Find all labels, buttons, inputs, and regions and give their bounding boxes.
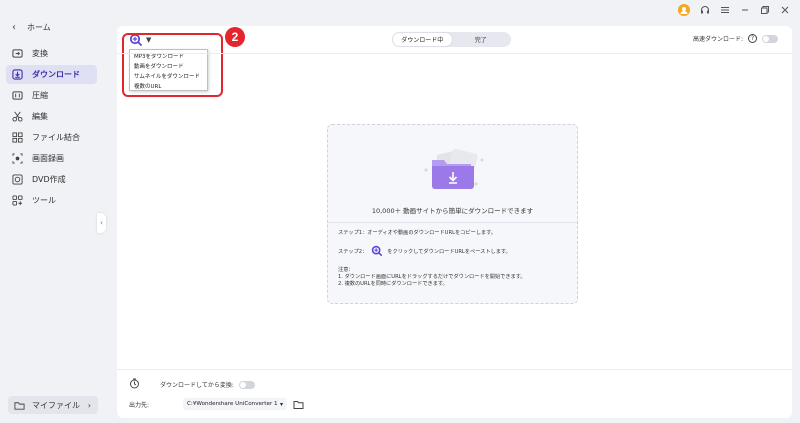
menu-item-multiple-urls[interactable]: 複数のURL [130, 82, 207, 92]
high-speed-label: 高速ダウンロード: [692, 36, 743, 43]
myfiles-label: マイファイル [32, 400, 80, 410]
sidebar-item-label: 圧縮 [32, 91, 48, 100]
open-folder-icon[interactable] [293, 399, 304, 410]
close-icon[interactable] [779, 5, 790, 16]
help-icon[interactable]: ? [748, 34, 757, 43]
sidebar-item-download[interactable]: ダウンロード [6, 65, 97, 84]
myfiles-button[interactable]: マイファイル › [8, 396, 98, 414]
sidebar-item-label: 編集 [32, 112, 48, 121]
output-path: C:¥Wondershare UniConverter 1 [187, 401, 278, 407]
avatar[interactable] [678, 4, 690, 16]
sidebar-item-label: ダウンロード [32, 70, 80, 79]
tab-downloading[interactable]: ダウンロード中 [393, 33, 452, 46]
chevron-left-icon: ‹ [12, 21, 16, 33]
toolbar-divider [117, 53, 792, 54]
sidebar: ‹ ホーム 変換 ダウンロード 圧縮 編集 ファイル結合 画面録画 DVD作成 … [0, 0, 106, 423]
step-badge: 2 [225, 27, 245, 47]
sidebar-item-label: 変換 [32, 49, 48, 58]
convert-icon [12, 48, 23, 59]
sidebar-item-dvd[interactable]: DVD作成 [6, 170, 97, 189]
restore-icon[interactable] [759, 5, 770, 16]
convert-after-toggle[interactable] [238, 380, 255, 389]
high-speed-download: 高速ダウンロード: ? [693, 34, 778, 43]
sidebar-collapse-handle[interactable]: ‹ [97, 213, 106, 233]
step2-suffix: をクリックしてダウンロードURLをペーストします。 [387, 248, 511, 255]
bottom-divider [117, 369, 792, 370]
sidebar-item-compress[interactable]: 圧縮 [6, 86, 97, 105]
add-url-button[interactable]: ▼ [129, 33, 151, 47]
folder-icon [14, 400, 25, 411]
menu-item-video[interactable]: 動画をダウンロード [130, 62, 207, 72]
download-link-icon [372, 245, 383, 257]
drop-zone[interactable]: 10,000＋ 動画サイトから簡単にダウンロードできます ステップ1：オーディオ… [327, 124, 578, 304]
output-label: 出力先: [129, 401, 150, 409]
high-speed-toggle[interactable] [762, 34, 778, 43]
sidebar-item-convert[interactable]: 変換 [6, 44, 97, 63]
sidebar-item-label: ツール [32, 196, 56, 205]
dvd-icon [12, 174, 23, 185]
timer-icon[interactable] [129, 378, 140, 391]
menu-item-thumbnail[interactable]: サムネイルをダウンロード [130, 72, 207, 82]
download-link-icon [129, 33, 143, 47]
drop-zone-title: 10,000＋ 動画サイトから簡単にダウンロードできます [371, 207, 534, 215]
tab-completed[interactable]: 完了 [452, 33, 511, 46]
step1-text: ステップ1：オーディオや動画のダウンロードURLをコピーします。 [338, 230, 496, 236]
sidebar-item-screen-record[interactable]: 画面録画 [6, 149, 97, 168]
download-tabs: ダウンロード中 完了 [392, 32, 511, 47]
chevron-right-icon: › [87, 400, 91, 410]
menu-icon[interactable] [719, 5, 730, 16]
sidebar-item-label: DVD作成 [32, 175, 66, 184]
download-folder-icon [424, 148, 484, 189]
headset-icon[interactable] [699, 5, 710, 16]
screen-record-icon [12, 153, 23, 164]
home-link[interactable]: ‹ ホーム [12, 20, 51, 34]
output-path-select[interactable]: C:¥Wondershare UniConverter 1 ▾ [183, 398, 288, 410]
home-label: ホーム [27, 22, 51, 32]
drop-zone-divider [328, 222, 577, 223]
download-options-menu: MP3をダウンロード 動画をダウンロード サムネイルをダウンロード 複数のURL [129, 49, 208, 91]
toolbox-icon [12, 195, 23, 206]
convert-after-label: ダウンロードしてから変換: [160, 382, 234, 389]
note-block: 注意： 1. ダウンロード画面にURLをドラッグするだけでダウンロードを開始でき… [338, 267, 526, 288]
output-row: 出力先: C:¥Wondershare UniConverter 1 ▾ [129, 398, 304, 410]
note-line-1: 1. ダウンロード画面にURLをドラッグするだけでダウンロードを開始できます。 [338, 274, 526, 280]
sidebar-item-label: 画面録画 [32, 154, 64, 163]
note-title: 注意： [338, 267, 354, 273]
sidebar-item-merge[interactable]: ファイル結合 [6, 128, 97, 147]
step2-row: ステップ2： をクリックしてダウンロードURLをペーストします。 [338, 245, 511, 257]
window-controls [678, 3, 790, 17]
minimize-icon[interactable] [739, 5, 750, 16]
sidebar-item-edit[interactable]: 編集 [6, 107, 97, 126]
sidebar-item-toolbox[interactable]: ツール [6, 191, 97, 210]
sidebar-item-label: ファイル結合 [32, 133, 80, 142]
edit-icon [12, 111, 23, 122]
merge-icon [12, 132, 23, 143]
convert-after-row: ダウンロードしてから変換: [129, 378, 255, 391]
compress-icon [12, 90, 23, 101]
download-icon [12, 69, 23, 80]
step2-prefix: ステップ2： [338, 248, 368, 255]
caret-down-icon: ▾ [280, 400, 284, 408]
caret-down-icon: ▼ [146, 36, 152, 44]
note-line-2: 2. 複数のURLを同時にダウンロードできます。 [338, 281, 448, 287]
main-panel: ▼ MP3をダウンロード 動画をダウンロード サムネイルをダウンロード 複数のU… [117, 26, 792, 418]
